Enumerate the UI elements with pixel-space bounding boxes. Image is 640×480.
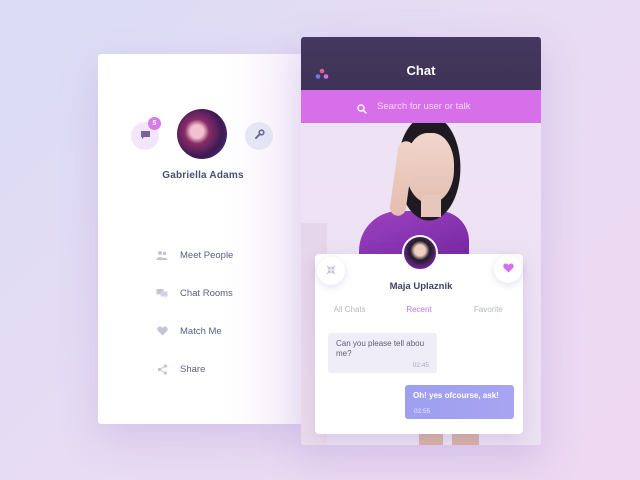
menu-item-label: Match Me	[180, 325, 222, 337]
profile-avatar[interactable]	[177, 109, 227, 159]
chat-tabs: All Chats Recent Favorite	[315, 305, 523, 314]
search-icon[interactable]	[357, 101, 367, 119]
share-icon	[156, 363, 168, 375]
menu-item-chat-rooms[interactable]: Chat Rooms	[156, 274, 233, 312]
incoming-message: Can you please tell abou me? 02:45	[328, 333, 437, 373]
message-text: Oh! yes ofcourse, ask!	[413, 391, 499, 400]
chat-bubble-icon	[140, 127, 151, 145]
wrench-icon	[254, 127, 265, 145]
menu-item-match-me[interactable]: Match Me	[156, 312, 233, 350]
profile-card: 5 Gabriella Adams Meet People Chat Rooms…	[98, 54, 308, 424]
people-icon	[156, 249, 168, 261]
collapse-icon	[326, 262, 336, 280]
chat-header: Chat	[301, 37, 541, 90]
profile-name: Gabriella Adams	[162, 170, 244, 181]
heart-icon	[502, 260, 514, 278]
messages-count-badge: 5	[148, 117, 161, 130]
menu-item-share[interactable]: Share	[156, 350, 233, 388]
menu-item-meet-people[interactable]: Meet People	[156, 236, 233, 274]
menu-item-label: Chat Rooms	[180, 287, 233, 299]
outgoing-message: Oh! yes ofcourse, ask! 02:55	[405, 385, 514, 419]
settings-button[interactable]	[245, 122, 273, 150]
message-text: Can you please tell abou me?	[336, 339, 425, 358]
search-bar	[301, 90, 541, 123]
chat-rooms-icon	[156, 287, 168, 299]
search-input[interactable]	[377, 98, 517, 115]
message-time: 02:45	[412, 362, 429, 369]
tab-recent[interactable]: Recent	[384, 305, 453, 314]
menu-item-label: Meet People	[180, 249, 234, 261]
side-menu: Meet People Chat Rooms Match Me Share	[156, 236, 233, 388]
heart-icon	[156, 325, 168, 337]
chat-title: Chat	[406, 63, 436, 78]
menu-item-label: Share	[180, 363, 206, 375]
message-time: 02:55	[414, 408, 431, 415]
contact-name: Maja Uplaznik	[389, 281, 453, 292]
tab-favorite[interactable]: Favorite	[454, 305, 523, 314]
favorite-button[interactable]	[494, 255, 522, 283]
chat-panel: Chat Maja	[301, 37, 541, 445]
contact-avatar[interactable]	[402, 235, 438, 271]
tab-all-chats[interactable]: All Chats	[315, 305, 384, 314]
